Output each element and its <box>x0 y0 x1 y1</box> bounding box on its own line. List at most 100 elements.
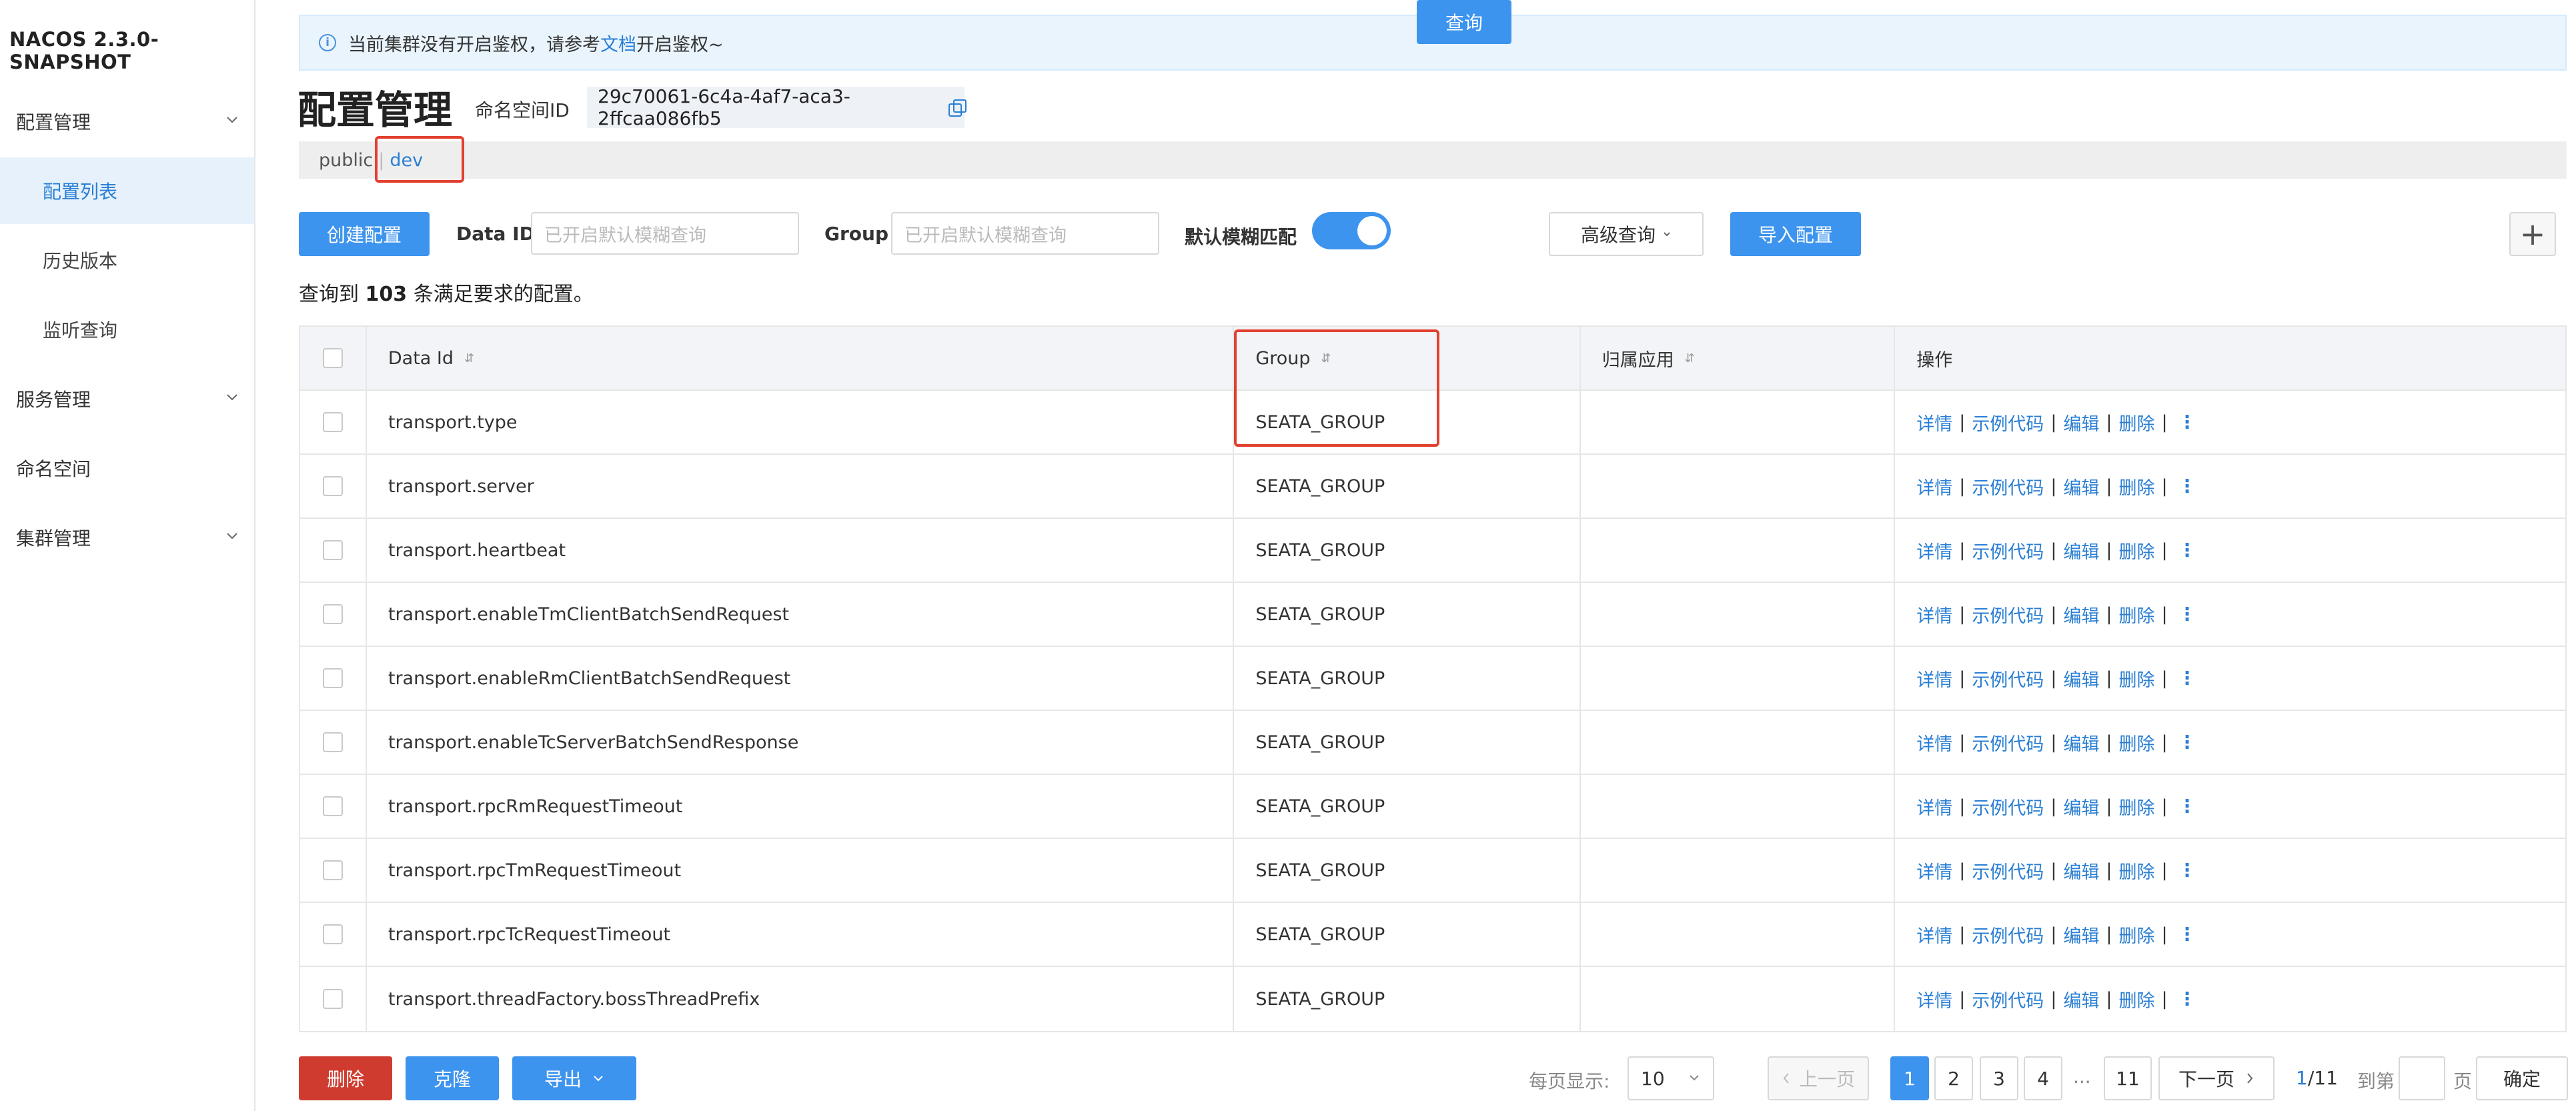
group-cell: SEATA_GROUP <box>1234 519 1581 582</box>
page-11-button[interactable]: 11 <box>2104 1056 2152 1100</box>
sidebar-item-namespace[interactable]: 命名空间 <box>0 441 254 495</box>
row-checkbox[interactable] <box>322 476 343 496</box>
more-actions-icon[interactable]: ⋮ <box>2178 668 2196 689</box>
chevron-down-icon <box>1690 1075 1699 1081</box>
edit-link[interactable]: 编辑 <box>2063 858 2099 884</box>
edit-link[interactable]: 编辑 <box>2063 730 2099 756</box>
detail-link[interactable]: 详情 <box>1916 858 1952 884</box>
delete-link[interactable]: 删除 <box>2119 666 2155 692</box>
copy-icon[interactable] <box>947 98 967 117</box>
sidebar-item-listener[interactable]: 监听查询 <box>0 296 254 363</box>
row-checkbox[interactable] <box>322 412 343 432</box>
sample-code-link[interactable]: 示例代码 <box>1972 858 2044 884</box>
advanced-query-dropdown[interactable]: 高级查询 <box>1549 212 1704 256</box>
next-page-button[interactable]: 下一页 <box>2158 1056 2275 1100</box>
detail-link[interactable]: 详情 <box>1916 730 1952 756</box>
more-actions-icon[interactable]: ⋮ <box>2178 476 2196 497</box>
row-checkbox[interactable] <box>322 732 343 752</box>
row-checkbox[interactable] <box>322 989 343 1009</box>
sample-code-link[interactable]: 示例代码 <box>1972 922 2044 948</box>
sample-code-link[interactable]: 示例代码 <box>1972 794 2044 820</box>
detail-link[interactable]: 详情 <box>1916 473 1952 499</box>
more-actions-icon[interactable]: ⋮ <box>2178 604 2196 625</box>
sidebar-item-history[interactable]: 历史版本 <box>0 227 254 293</box>
delete-link[interactable]: 删除 <box>2119 922 2155 948</box>
page-4-button[interactable]: 4 <box>2024 1056 2062 1100</box>
edit-link[interactable]: 编辑 <box>2063 473 2099 499</box>
detail-link[interactable]: 详情 <box>1916 922 1952 948</box>
jump-page-input[interactable] <box>2399 1056 2445 1100</box>
sample-code-link[interactable]: 示例代码 <box>1972 409 2044 435</box>
page-1-button[interactable]: 1 <box>1890 1056 1929 1100</box>
sample-code-link[interactable]: 示例代码 <box>1972 730 2044 756</box>
more-actions-icon[interactable]: ⋮ <box>2178 412 2196 433</box>
delete-link[interactable]: 删除 <box>2119 409 2155 435</box>
delete-link[interactable]: 删除 <box>2119 794 2155 820</box>
confirm-button[interactable]: 确定 <box>2476 1056 2568 1100</box>
select-all-checkbox[interactable] <box>322 348 343 368</box>
edit-link[interactable]: 编辑 <box>2063 602 2099 628</box>
more-actions-icon[interactable]: ⋮ <box>2178 540 2196 561</box>
sidebar-item-service-management[interactable]: 服务管理 <box>0 372 254 425</box>
edit-link[interactable]: 编辑 <box>2063 666 2099 692</box>
delete-link[interactable]: 删除 <box>2119 602 2155 628</box>
query-button[interactable]: 查询 <box>1417 0 1511 44</box>
detail-link[interactable]: 详情 <box>1916 794 1952 820</box>
sidebar-item-config-management[interactable]: 配置管理 <box>0 95 254 148</box>
page-2-button[interactable]: 2 <box>1934 1056 1973 1100</box>
docs-link[interactable]: 文档 <box>600 30 636 56</box>
delete-link[interactable]: 删除 <box>2119 473 2155 499</box>
delete-link[interactable]: 删除 <box>2119 986 2155 1012</box>
detail-link[interactable]: 详情 <box>1916 666 1952 692</box>
edit-link[interactable]: 编辑 <box>2063 922 2099 948</box>
sample-code-link[interactable]: 示例代码 <box>1972 602 2044 628</box>
sort-icon[interactable]: ⇵ <box>1685 351 1695 365</box>
more-actions-icon[interactable]: ⋮ <box>2178 924 2196 945</box>
sort-icon[interactable]: ⇵ <box>464 351 474 365</box>
data-id-input[interactable]: 已开启默认模糊查询 <box>531 212 799 255</box>
header-data-id[interactable]: Data Id ⇵ <box>367 327 1235 389</box>
page-3-button[interactable]: 3 <box>1980 1056 2018 1100</box>
sidebar-item-label: 服务管理 <box>16 389 91 411</box>
detail-link[interactable]: 详情 <box>1916 409 1952 435</box>
row-checkbox[interactable] <box>322 860 343 880</box>
sidebar-item-config-list[interactable]: 配置列表 <box>0 157 254 224</box>
row-checkbox[interactable] <box>322 796 343 816</box>
tab-public[interactable]: public <box>319 150 373 171</box>
header-app[interactable]: 归属应用 ⇵ <box>1581 327 1896 389</box>
row-checkbox[interactable] <box>322 604 343 624</box>
sample-code-link[interactable]: 示例代码 <box>1972 666 2044 692</box>
page-size-select[interactable]: 10 <box>1628 1056 1714 1100</box>
more-actions-icon[interactable]: ⋮ <box>2178 989 2196 1010</box>
row-checkbox[interactable] <box>322 668 343 688</box>
edit-link[interactable]: 编辑 <box>2063 794 2099 820</box>
table-row: transport.server SEATA_GROUP 详情 | 示例代码 | 编辑 | 删除… <box>300 455 2565 519</box>
edit-link[interactable]: 编辑 <box>2063 537 2099 564</box>
detail-link[interactable]: 详情 <box>1916 986 1952 1012</box>
prev-page-button[interactable]: 上一页 <box>1768 1056 1869 1100</box>
more-actions-icon[interactable]: ⋮ <box>2178 796 2196 817</box>
detail-link[interactable]: 详情 <box>1916 537 1952 564</box>
detail-link[interactable]: 详情 <box>1916 602 1952 628</box>
more-actions-icon[interactable]: ⋮ <box>2178 860 2196 881</box>
group-input[interactable]: 已开启默认模糊查询 <box>891 212 1159 255</box>
delete-link[interactable]: 删除 <box>2119 730 2155 756</box>
sample-code-link[interactable]: 示例代码 <box>1972 986 2044 1012</box>
delete-button[interactable]: 删除 <box>299 1056 392 1100</box>
sidebar-item-cluster-management[interactable]: 集群管理 <box>0 511 254 564</box>
clone-button[interactable]: 克隆 <box>406 1056 499 1100</box>
import-config-button[interactable]: 导入配置 <box>1730 212 1861 256</box>
delete-link[interactable]: 删除 <box>2119 537 2155 564</box>
plus-button[interactable]: + <box>2509 212 2556 256</box>
create-config-button[interactable]: 创建配置 <box>299 212 430 256</box>
row-checkbox[interactable] <box>322 540 343 560</box>
row-checkbox[interactable] <box>322 924 343 944</box>
export-button[interactable]: 导出 <box>512 1056 636 1100</box>
sample-code-link[interactable]: 示例代码 <box>1972 537 2044 564</box>
more-actions-icon[interactable]: ⋮ <box>2178 732 2196 753</box>
sample-code-link[interactable]: 示例代码 <box>1972 473 2044 499</box>
delete-link[interactable]: 删除 <box>2119 858 2155 884</box>
fuzzy-match-toggle[interactable] <box>1312 212 1391 249</box>
edit-link[interactable]: 编辑 <box>2063 986 2099 1012</box>
edit-link[interactable]: 编辑 <box>2063 409 2099 435</box>
